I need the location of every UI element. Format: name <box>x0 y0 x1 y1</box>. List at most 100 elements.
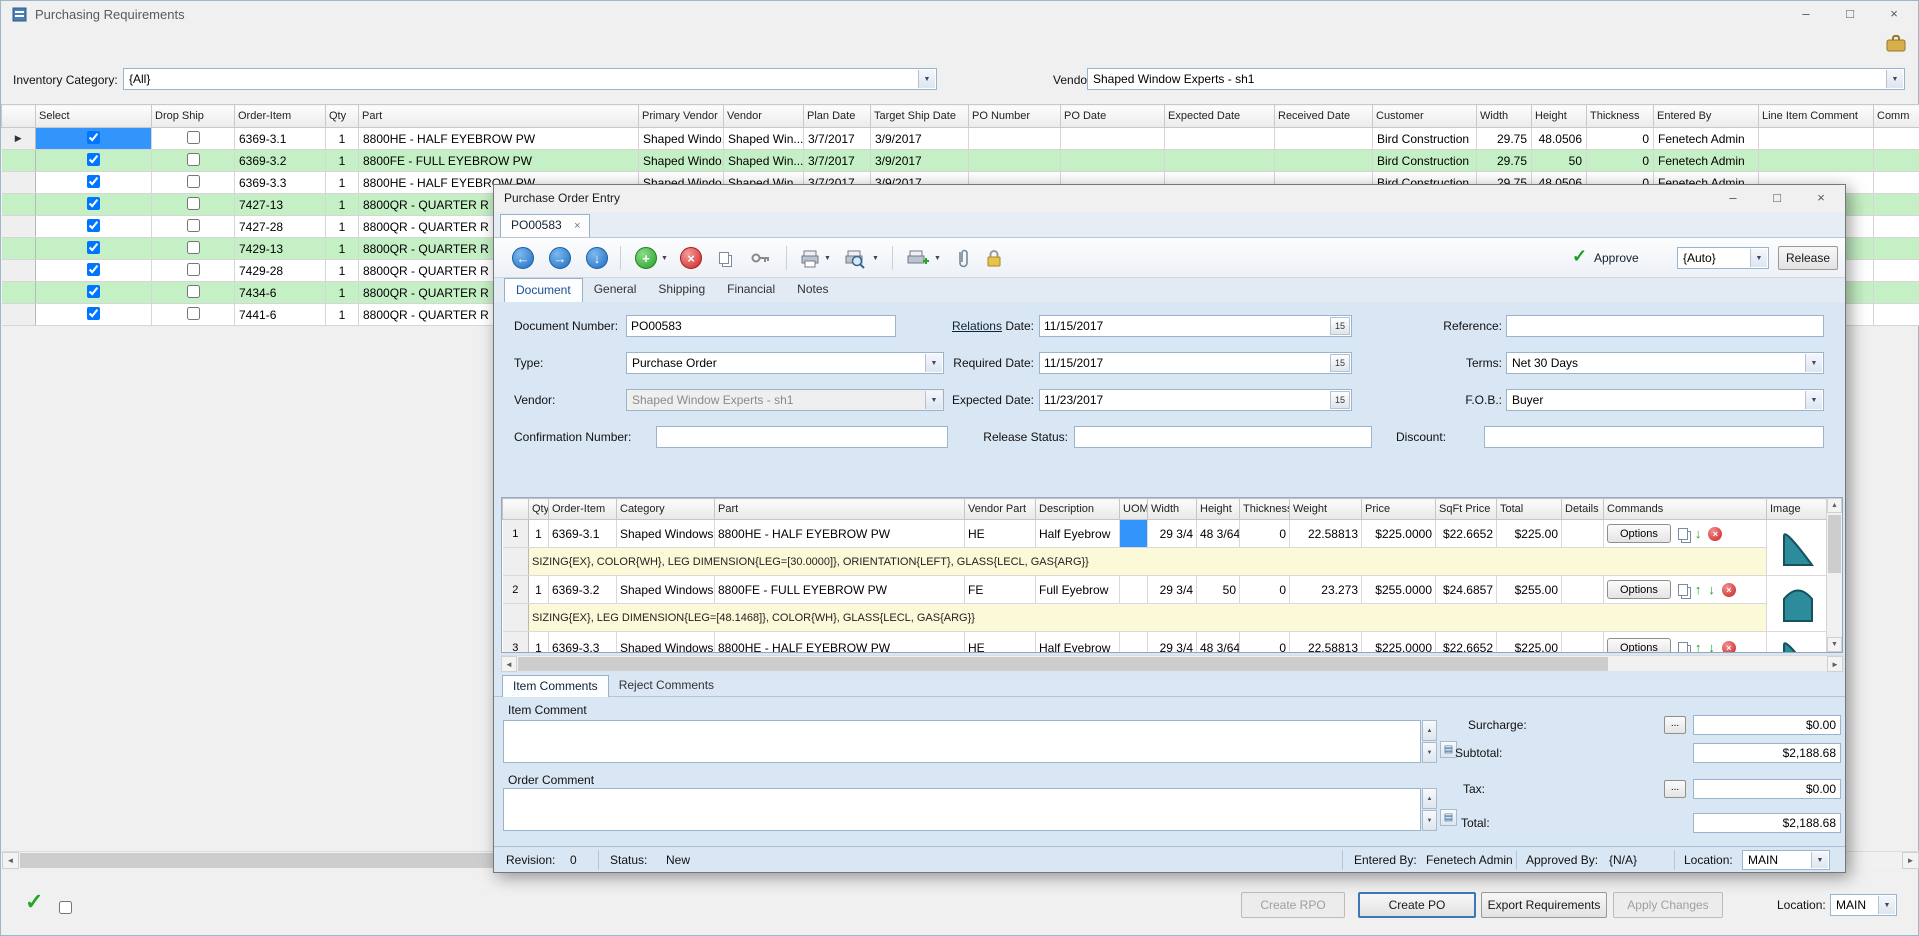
column-header[interactable]: Drop Ship <box>152 105 235 128</box>
cell[interactable] <box>1874 216 1919 238</box>
delete-row-icon[interactable]: × <box>1708 527 1722 541</box>
cell[interactable]: 6369-3.3 <box>549 632 617 654</box>
cell[interactable] <box>152 172 235 194</box>
cell[interactable]: 1 <box>326 172 359 194</box>
column-header[interactable]: Height <box>1532 105 1587 128</box>
tab-financial[interactable]: Financial <box>716 278 786 302</box>
cell[interactable]: 0 <box>1587 150 1654 172</box>
select-checkbox[interactable] <box>87 285 100 298</box>
column-header[interactable]: Height <box>1197 499 1240 520</box>
cell[interactable] <box>1165 128 1275 150</box>
item-comment-input[interactable] <box>503 720 1421 763</box>
cell[interactable]: 50 <box>1532 150 1587 172</box>
tax-value[interactable]: $0.00 <box>1693 779 1841 799</box>
move-down-icon[interactable]: ↓ <box>1708 641 1715 653</box>
column-header[interactable]: Order-Item <box>549 499 617 520</box>
column-header[interactable]: Price <box>1362 499 1436 520</box>
copy-row-icon[interactable] <box>1678 642 1688 654</box>
cell[interactable] <box>36 128 152 150</box>
print-icon[interactable] <box>800 248 820 268</box>
move-up-icon[interactable]: ↑ <box>1695 583 1702 596</box>
cell[interactable]: Fenetech Admin <box>1654 150 1759 172</box>
cell[interactable]: 48 3/64 <box>1197 632 1240 654</box>
cell[interactable]: 50 <box>1197 576 1240 604</box>
print-preview-icon[interactable] <box>844 248 866 270</box>
column-header[interactable]: Vendor <box>724 105 804 128</box>
cell[interactable]: 29.75 <box>1477 150 1532 172</box>
cell[interactable]: Full Eyebrow <box>1036 576 1120 604</box>
cell[interactable]: $225.00 <box>1497 520 1562 548</box>
column-header[interactable]: Category <box>617 499 715 520</box>
row-selector-cell[interactable] <box>2 304 36 326</box>
column-header[interactable]: Customer <box>1373 105 1477 128</box>
cell[interactable] <box>152 260 235 282</box>
tab-shipping[interactable]: Shipping <box>647 278 716 302</box>
copy-row-icon[interactable] <box>1678 528 1688 540</box>
selected-cell[interactable] <box>1120 520 1148 548</box>
cell[interactable]: Shaped Windows <box>617 520 715 548</box>
add-item-icon[interactable]: + <box>635 247 657 269</box>
attachment-icon[interactable] <box>954 248 972 270</box>
delete-row-icon[interactable]: × <box>1722 583 1736 597</box>
approve-check-icon[interactable]: ✓ <box>1572 246 1587 267</box>
cell[interactable]: 1 <box>326 150 359 172</box>
close-tab-icon[interactable]: × <box>574 220 580 232</box>
goto-icon[interactable]: ↓ <box>586 247 608 269</box>
cell[interactable] <box>1275 128 1373 150</box>
drop-ship-checkbox[interactable] <box>187 153 200 166</box>
move-up-icon[interactable]: ↑ <box>1695 641 1702 653</box>
cell[interactable]: Fenetech Admin <box>1654 128 1759 150</box>
row-selector-cell[interactable] <box>2 216 36 238</box>
cell[interactable]: 1 <box>326 128 359 150</box>
move-down-icon[interactable]: ↓ <box>1695 527 1702 540</box>
column-header[interactable]: Image <box>1767 499 1829 520</box>
column-header[interactable]: Total <box>1497 499 1562 520</box>
copy-icon[interactable] <box>719 251 729 269</box>
cell[interactable]: 6369-3.2 <box>549 576 617 604</box>
column-header[interactable] <box>2 105 36 128</box>
close-button[interactable]: × <box>1872 1 1916 28</box>
column-header[interactable]: Part <box>359 105 639 128</box>
vendor-filter-select[interactable]: Shaped Window Experts - sh1 ▼ <box>1087 68 1905 90</box>
cell[interactable] <box>36 304 152 326</box>
terms-select[interactable]: Net 30 Days▼ <box>1506 352 1824 374</box>
approve-mode-select[interactable]: {Auto} ▼ <box>1677 247 1769 269</box>
cell[interactable] <box>1874 238 1919 260</box>
cell[interactable] <box>152 194 235 216</box>
options-button[interactable]: Options <box>1607 638 1671 653</box>
cell[interactable] <box>152 150 235 172</box>
print-preview-caret-icon[interactable]: ▼ <box>872 255 879 262</box>
approve-label[interactable]: Approve <box>1594 251 1639 265</box>
column-header[interactable]: Part <box>715 499 965 520</box>
cell[interactable] <box>36 194 152 216</box>
column-header[interactable]: Qty <box>326 105 359 128</box>
add-item-caret-icon[interactable]: ▼ <box>661 255 668 262</box>
drop-ship-checkbox[interactable] <box>187 263 200 276</box>
cell[interactable] <box>36 282 152 304</box>
options-button[interactable]: Options <box>1607 524 1671 543</box>
cell[interactable]: 1 <box>326 282 359 304</box>
cell[interactable] <box>969 128 1061 150</box>
cell[interactable]: 1 <box>326 216 359 238</box>
delete-row-icon[interactable]: × <box>1722 641 1736 654</box>
select-checkbox[interactable] <box>87 307 100 320</box>
maximize-button[interactable]: □ <box>1828 1 1872 28</box>
cancel-document-icon[interactable]: × <box>680 247 702 269</box>
create-rpo-button[interactable]: Create RPO <box>1241 892 1345 918</box>
column-header[interactable]: Received Date <box>1275 105 1373 128</box>
date-input[interactable]: 11/15/201715 <box>1039 315 1352 337</box>
fob-select[interactable]: Buyer▼ <box>1506 389 1824 411</box>
confirm-check-icon[interactable]: ✓ <box>25 889 43 915</box>
cell[interactable]: 0 <box>1240 632 1290 654</box>
copy-row-icon[interactable] <box>1678 584 1688 596</box>
cell[interactable]: $225.0000 <box>1362 520 1436 548</box>
cell[interactable] <box>1061 150 1165 172</box>
cell[interactable] <box>1759 150 1874 172</box>
po-document-tab[interactable]: PO00583 × <box>500 214 590 237</box>
cell[interactable]: Half Eyebrow <box>1036 632 1120 654</box>
order-comment-input[interactable] <box>503 788 1421 831</box>
column-header[interactable]: Width <box>1148 499 1197 520</box>
print-caret-icon[interactable]: ▼ <box>824 255 831 262</box>
tab-document[interactable]: Document <box>504 278 583 302</box>
cell[interactable]: 0 <box>1587 128 1654 150</box>
